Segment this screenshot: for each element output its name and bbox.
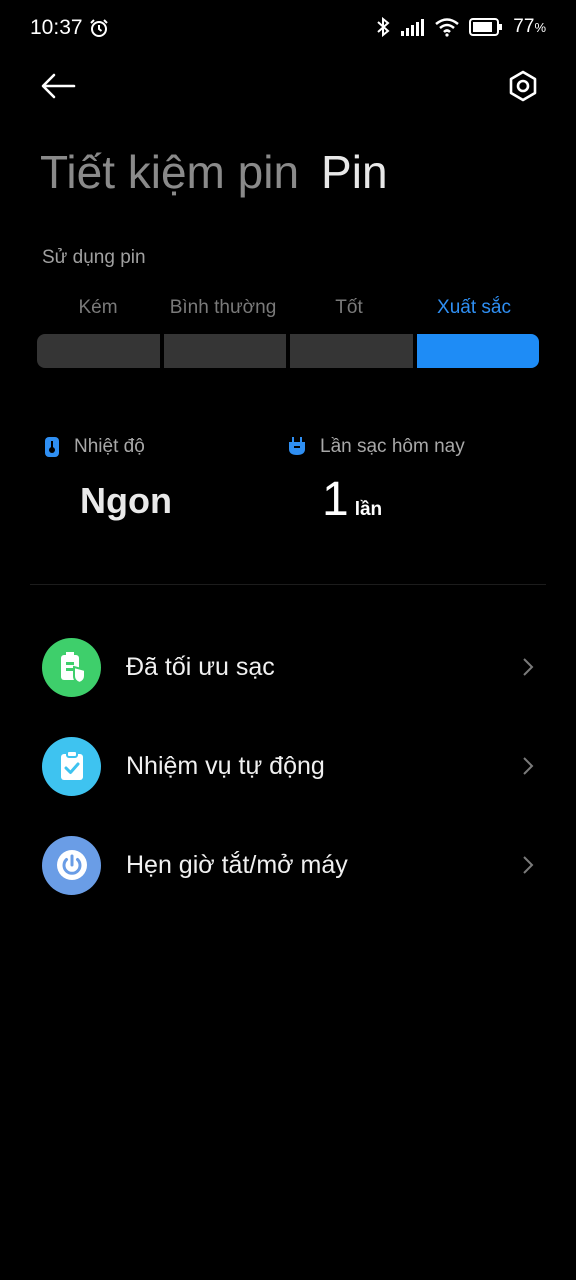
battery-icon — [469, 18, 503, 36]
plug-icon — [289, 437, 305, 455]
level-segment-normal — [163, 334, 286, 368]
signal-icon — [401, 19, 425, 36]
level-label-good: Tốt — [335, 297, 363, 318]
charges-unit: lần — [354, 499, 383, 520]
temperature-value: Ngon — [80, 480, 172, 521]
menu-item-auto-tasks[interactable]: Nhiệm vụ tự động — [0, 721, 576, 811]
menu-item-label: Nhiệm vụ tự động — [126, 751, 325, 780]
level-label-poor: Kém — [78, 297, 118, 318]
alarm-icon — [89, 19, 108, 37]
divider — [30, 584, 546, 585]
temperature-label-row: Nhiệt độ — [44, 436, 145, 458]
clipboard-check-icon — [42, 736, 101, 796]
charges-value: 1 — [322, 473, 349, 526]
chevron-right-icon — [523, 757, 534, 775]
chevron-right-icon — [523, 856, 534, 874]
level-segment-excellent — [416, 334, 539, 368]
status-bar-right: 77% — [375, 16, 546, 38]
level-label-normal: Bình thường — [169, 297, 277, 318]
bluetooth-icon — [377, 17, 390, 37]
status-bar-left: 10:37 — [30, 16, 109, 40]
status-time: 10:37 — [30, 16, 83, 39]
back-arrow-icon — [41, 73, 76, 99]
chevron-right-icon — [523, 658, 534, 676]
title-secondary: Pin — [321, 146, 388, 198]
page-title: Tiết kiệm pin Pin — [40, 145, 388, 199]
battery-usage-levels: Kém Bình thường Tốt Xuất sắc — [37, 297, 539, 368]
wifi-icon — [435, 18, 460, 37]
title-primary: Tiết kiệm pin — [40, 146, 300, 198]
level-segment-poor — [37, 334, 160, 368]
settings-button[interactable] — [503, 66, 543, 106]
gear-icon — [509, 70, 537, 102]
back-button[interactable] — [38, 66, 78, 106]
temperature-label: Nhiệt độ — [74, 436, 145, 457]
battery-shield-icon — [42, 637, 101, 697]
thermometer-icon — [45, 437, 59, 457]
level-label-excellent: Xuất sắc — [437, 297, 511, 318]
menu-item-label: Đã tối ưu sạc — [126, 652, 275, 681]
charges-label-row: Lần sạc hôm nay — [288, 436, 465, 458]
power-icon — [42, 835, 101, 895]
charges-value-row: 1 lần — [322, 472, 382, 527]
menu-item-scheduled-power[interactable]: Hẹn giờ tắt/mở máy — [0, 820, 576, 910]
battery-usage-bar — [37, 334, 539, 368]
menu-item-label: Hẹn giờ tắt/mở máy — [126, 850, 348, 879]
level-segment-good — [290, 334, 413, 368]
charges-label: Lần sạc hôm nay — [320, 436, 465, 457]
battery-percent: 77% — [513, 16, 546, 37]
menu-item-charging-optimized[interactable]: Đã tối ưu sạc — [0, 622, 576, 712]
battery-usage-label: Sử dụng pin — [42, 247, 146, 268]
